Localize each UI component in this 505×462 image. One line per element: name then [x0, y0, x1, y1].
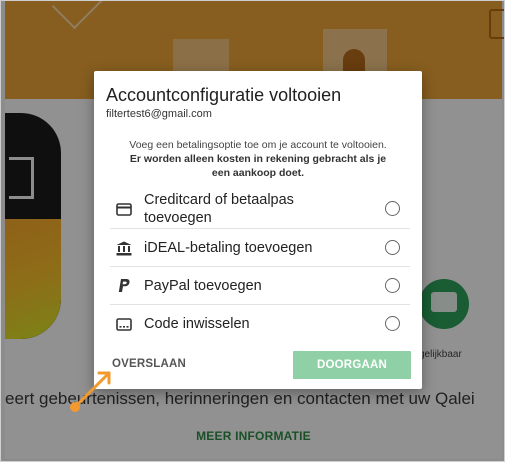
- bank-icon: [116, 240, 132, 256]
- option-label: Creditcard of betaalpas toevoegen: [144, 192, 294, 226]
- radio-button[interactable]: [385, 201, 400, 216]
- screen: gelijkbaar eert gebeurtenissen, herinner…: [0, 0, 505, 462]
- description-text: Voeg een betalingsoptie toe om je accoun…: [129, 139, 387, 151]
- payment-options-list: Creditcard of betaalpas toevoegen iDEAL-…: [110, 189, 410, 343]
- continue-button[interactable]: DOORGAAN: [293, 351, 411, 379]
- dialog-title: Accountconfiguratie voltooien: [106, 85, 342, 105]
- option-paypal[interactable]: PayPal toevoegen: [110, 267, 410, 305]
- option-redeem-code[interactable]: Code inwisselen: [110, 305, 410, 343]
- option-label: Code inwisselen: [144, 316, 250, 332]
- option-label: PayPal toevoegen: [144, 278, 262, 294]
- credit-card-icon: [116, 201, 132, 217]
- annotation-arrow-icon: [70, 371, 111, 412]
- paypal-icon: [116, 278, 132, 294]
- option-credit-card[interactable]: Creditcard of betaalpas toevoegen: [110, 189, 410, 229]
- skip-button[interactable]: OVERSLAAN: [112, 358, 186, 370]
- complete-account-dialog: Accountconfiguratie voltooien filtertest…: [94, 71, 422, 389]
- radio-button[interactable]: [385, 316, 400, 331]
- radio-button[interactable]: [385, 240, 400, 255]
- gift-code-icon: [116, 316, 132, 332]
- dialog-description: Voeg een betalingsoptie toe om je accoun…: [124, 138, 392, 180]
- radio-button[interactable]: [385, 278, 400, 293]
- description-bold-text: Er worden alleen kosten in rekening gebr…: [129, 153, 387, 179]
- account-email: filtertest6@gmail.com: [106, 108, 212, 120]
- option-ideal[interactable]: iDEAL-betaling toevoegen: [110, 229, 410, 267]
- option-label: iDEAL-betaling toevoegen: [144, 240, 313, 256]
